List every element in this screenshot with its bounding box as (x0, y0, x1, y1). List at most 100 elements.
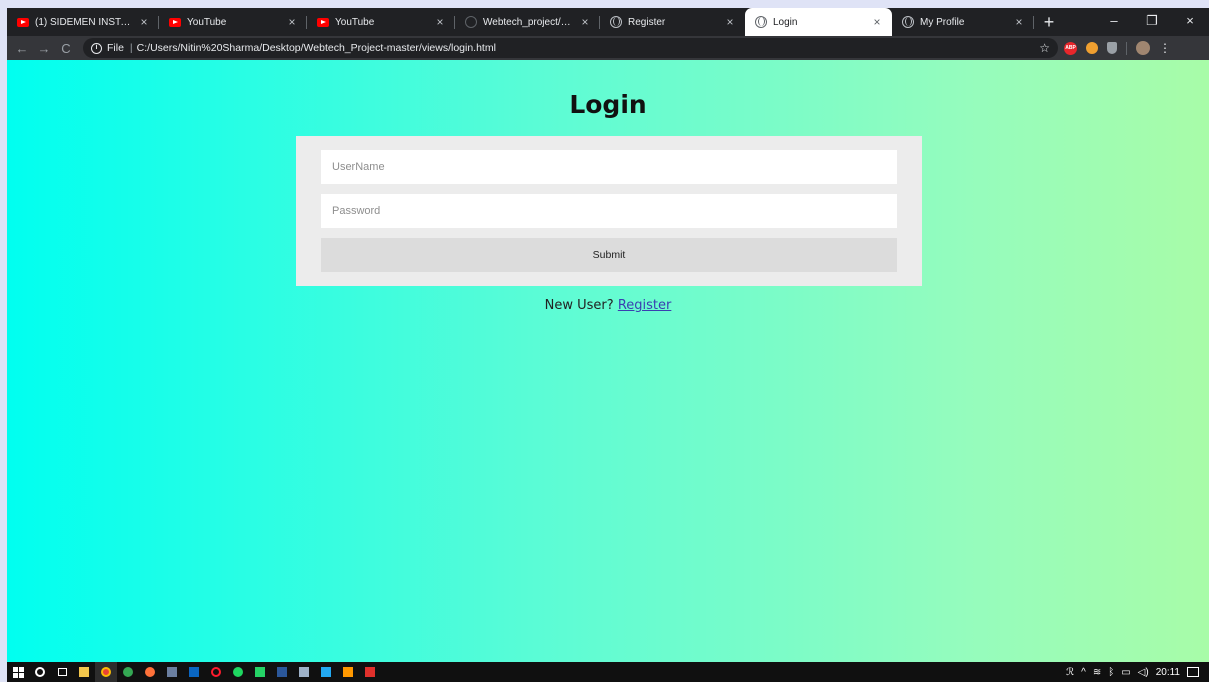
tab-sidemen[interactable]: (1) SIDEMEN INSTAGRA × (7, 8, 159, 36)
taskbar-whatsapp[interactable] (249, 662, 271, 682)
page-content: Login Submit New User? Register (7, 60, 1209, 670)
sublime-icon (343, 667, 353, 677)
bluetooth-icon[interactable]: ᛒ (1108, 667, 1114, 678)
folder-icon (79, 667, 89, 677)
search-circle-icon (35, 667, 45, 677)
bookmark-star-icon[interactable]: ☆ (1039, 41, 1050, 55)
page-title: Login (569, 90, 647, 119)
taskbar-spotify[interactable] (227, 662, 249, 682)
forward-arrow-icon[interactable]: → (33, 41, 55, 56)
taskbar-chrome-alt[interactable] (117, 662, 139, 682)
volume-icon[interactable]: ◁) (1138, 667, 1149, 678)
close-icon[interactable]: × (578, 15, 592, 29)
battery-icon[interactable]: ▭ (1121, 667, 1130, 678)
clock[interactable]: 20:11 (1156, 667, 1180, 678)
task-view-icon (57, 668, 67, 676)
minimize-button[interactable]: – (1095, 8, 1133, 36)
globe-icon (755, 16, 767, 28)
address-divider: | (129, 42, 133, 54)
chevron-up-icon[interactable]: ^ (1081, 667, 1086, 678)
globe-icon (902, 16, 914, 28)
taskbar-sublime[interactable] (337, 662, 359, 682)
tab-youtube-1[interactable]: YouTube × (159, 8, 307, 36)
tab-youtube-2[interactable]: YouTube × (307, 8, 455, 36)
acrobat-icon (365, 667, 375, 677)
username-input[interactable] (321, 150, 897, 184)
tab-divider (1033, 16, 1034, 29)
taskbar-opera[interactable] (205, 662, 227, 682)
scheme-label: File (107, 42, 124, 54)
globe-icon (610, 16, 622, 28)
word-icon (277, 667, 287, 677)
new-user-prompt: New User? Register (7, 298, 1209, 313)
notification-icon[interactable] (1187, 667, 1199, 677)
start-button[interactable] (7, 662, 29, 682)
firefox-icon (145, 667, 155, 677)
tab-title: Login (773, 16, 798, 28)
taskbar-linkedin[interactable] (183, 662, 205, 682)
youtube-icon (317, 17, 329, 27)
shield-extension-icon[interactable] (1107, 42, 1117, 54)
chrome-alt-icon (123, 667, 133, 677)
taskbar-explorer[interactable] (73, 662, 95, 682)
tab-title: Webtech_project/login (483, 16, 572, 28)
tab-title: (1) SIDEMEN INSTAGRA (35, 16, 131, 28)
tab-login[interactable]: Login × (745, 8, 892, 36)
close-icon[interactable]: × (285, 15, 299, 29)
taskbar-chrome[interactable] (95, 662, 117, 682)
taskbar-vscode[interactable] (315, 662, 337, 682)
tab-my-profile[interactable]: My Profile × (892, 8, 1034, 36)
screen: (1) SIDEMEN INSTAGRA × YouTube × YouTube… (7, 8, 1209, 682)
cortana-button[interactable] (29, 662, 51, 682)
spotify-icon (233, 667, 243, 677)
taskbar-firefox[interactable] (139, 662, 161, 682)
taskbar-notepad[interactable] (161, 662, 183, 682)
window-controls: – ❐ × (1095, 8, 1209, 36)
close-window-button[interactable]: × (1171, 8, 1209, 36)
address-bar[interactable]: i File | C:/Users/Nitin%20Sharma/Desktop… (83, 38, 1058, 58)
taskbar-acrobat[interactable] (359, 662, 381, 682)
password-input[interactable] (321, 194, 897, 228)
close-icon[interactable]: × (137, 15, 151, 29)
youtube-icon (17, 17, 29, 27)
people-icon[interactable]: ℛ (1066, 667, 1074, 678)
maximize-button[interactable]: ❐ (1133, 8, 1171, 36)
taskbar-word[interactable] (271, 662, 293, 682)
browser-toolbar: ← → C i File | C:/Users/Nitin%20Sharma/D… (7, 36, 1209, 60)
adblock-icon[interactable]: ABP (1064, 41, 1077, 55)
tab-webtech-project[interactable]: Webtech_project/login × (455, 8, 600, 36)
windows-icon (12, 666, 24, 678)
tab-register[interactable]: Register × (600, 8, 745, 36)
task-view-button[interactable] (51, 662, 73, 682)
chrome-icon (101, 667, 111, 677)
close-icon[interactable]: × (1012, 15, 1026, 29)
notepad-icon (167, 667, 177, 677)
register-link[interactable]: Register (618, 298, 672, 313)
toolbar-divider (1126, 41, 1127, 55)
info-icon[interactable]: i (91, 42, 102, 54)
cookie-extension-icon[interactable] (1086, 42, 1098, 54)
tab-title: My Profile (920, 16, 965, 28)
app-icon (299, 667, 309, 677)
tab-title: Register (628, 16, 666, 28)
tab-strip: (1) SIDEMEN INSTAGRA × YouTube × YouTube… (7, 8, 1209, 36)
vscode-icon (321, 667, 331, 677)
close-icon[interactable]: × (870, 15, 884, 29)
new-user-text: New User? (544, 298, 614, 313)
extensions: ABP ⋮ (1064, 41, 1171, 55)
submit-button[interactable]: Submit (321, 238, 897, 272)
youtube-icon (169, 17, 181, 27)
tab-title: YouTube (335, 16, 375, 28)
reload-icon[interactable]: C (55, 41, 77, 56)
tab-title: YouTube (187, 16, 227, 28)
menu-kebab-icon[interactable]: ⋮ (1159, 41, 1171, 55)
taskbar-app[interactable] (293, 662, 315, 682)
back-arrow-icon[interactable]: ← (11, 41, 33, 56)
profile-avatar[interactable] (1136, 41, 1150, 55)
network-icon[interactable]: ≋ (1093, 667, 1101, 678)
url-text: C:/Users/Nitin%20Sharma/Desktop/Webtech_… (136, 42, 496, 54)
close-icon[interactable]: × (433, 15, 447, 29)
new-tab-button[interactable]: + (1034, 8, 1064, 36)
opera-icon (211, 667, 221, 677)
close-icon[interactable]: × (723, 15, 737, 29)
